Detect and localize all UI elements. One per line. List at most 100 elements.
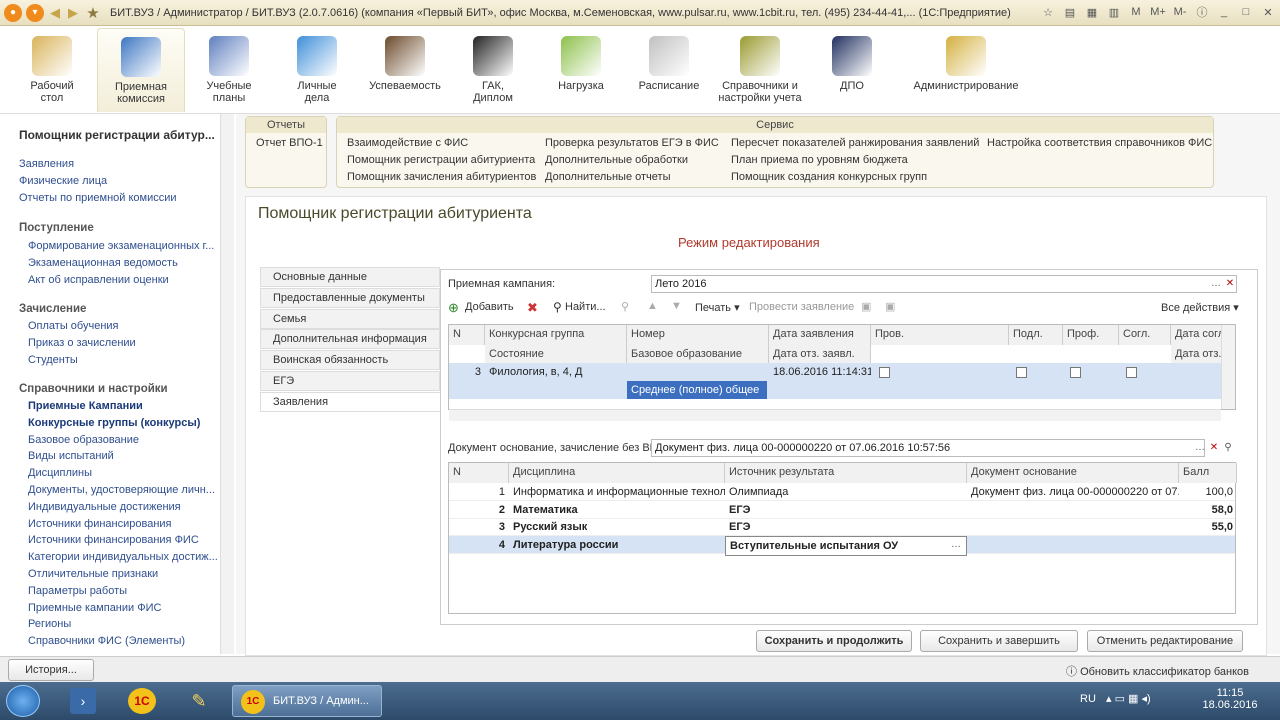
minimize-icon[interactable]: _ [1216, 4, 1232, 20]
column-header[interactable]: Подл. [1009, 325, 1063, 345]
section-1[interactable]: Рабочий стол [8, 28, 96, 112]
nav-item[interactable]: Приказ о зачислении [28, 337, 136, 349]
report-vpo1-link[interactable]: Отчет ВПО-1 [256, 137, 323, 149]
table-cell[interactable]: Русский язык [509, 518, 725, 536]
history-button[interactable]: История... [8, 659, 94, 681]
nav-item[interactable]: Дисциплины [28, 467, 92, 479]
nav-item[interactable]: Заявления [19, 158, 74, 170]
column-header-2[interactable]: Дата отз. [1171, 345, 1223, 363]
column-header[interactable]: Дата согл [1171, 325, 1223, 345]
campaign-select-button[interactable]: … [1209, 276, 1223, 292]
table-cell[interactable]: 2 [449, 501, 509, 519]
table-cell[interactable]: 1 [449, 483, 509, 501]
source-select-button[interactable]: … [949, 537, 963, 553]
table-cell[interactable]: ЕГЭ [725, 501, 967, 519]
column-header[interactable]: Дисциплина [509, 463, 725, 483]
cmd-enrollment-assistant[interactable]: Помощник зачисления абитуриентов [347, 171, 536, 183]
filter-icon[interactable]: ⚲ [621, 300, 629, 313]
nav-item[interactable]: Отчеты по приемной комиссии [19, 192, 177, 204]
vertical-scrollbar[interactable] [1221, 325, 1235, 409]
section-10[interactable]: ДПО [808, 28, 896, 112]
nav-item[interactable]: Приемные Кампании [28, 400, 143, 412]
column-header[interactable]: Конкурсная группа [485, 325, 627, 345]
table-cell[interactable]: 58,0 [1179, 501, 1237, 519]
nav-item[interactable]: Оплаты обучения [28, 320, 119, 332]
table-cell[interactable]: Олимпиада [725, 483, 967, 501]
column-header[interactable]: Проф. [1063, 325, 1119, 345]
form-tab[interactable]: ЕГЭ [260, 371, 440, 391]
checkbox[interactable] [1126, 367, 1137, 378]
print-icon[interactable]: ▤ [1062, 4, 1078, 20]
save-continue-button[interactable]: Сохранить и продолжить [756, 630, 912, 652]
close-icon[interactable]: ✕ [1260, 4, 1276, 20]
nav-item[interactable]: Виды испытаний [28, 450, 114, 462]
table-cell[interactable]: 18.06.2016 11:14:31 [769, 363, 871, 381]
copy2-icon[interactable]: ▣ [885, 300, 895, 313]
move-down-icon[interactable]: ▼ [671, 300, 682, 312]
checkbox[interactable] [1016, 367, 1027, 378]
forward-icon[interactable]: ▶ [66, 4, 80, 22]
table-cell[interactable]: Математика [509, 501, 725, 519]
calendar-icon[interactable]: ▥ [1106, 4, 1122, 20]
table-cell[interactable]: Среднее (полное) общее [627, 381, 767, 399]
section-9[interactable]: Справочники и настройки учета [716, 28, 804, 112]
nav-item[interactable]: Конкурсные группы (конкурсы) [28, 417, 200, 429]
doc-open-icon[interactable]: ⚲ [1221, 440, 1235, 456]
form-tab[interactable]: Предоставленные документы [260, 287, 440, 308]
taskbar-app-button[interactable]: 1С БИТ.ВУЗ / Админ... [232, 685, 382, 717]
form-tab[interactable]: Дополнительная информация [260, 329, 440, 350]
table-cell[interactable]: 4 [449, 536, 509, 554]
nav-item[interactable]: Источники финансирования ФИС [28, 534, 199, 546]
table-cell[interactable]: 3 [449, 518, 509, 536]
section-7[interactable]: Нагрузка [537, 28, 625, 112]
campaign-clear-icon[interactable]: ✕ [1223, 276, 1237, 292]
info-icon[interactable]: ⓘ [1194, 4, 1210, 20]
nav-item[interactable]: Индивидуальные достижения [28, 501, 181, 513]
nav-item[interactable]: Акт об исправлении оценки [28, 274, 169, 286]
checkbox[interactable] [879, 367, 890, 378]
nav-item[interactable]: Базовое образование [28, 434, 139, 446]
add-button[interactable]: Добавить [465, 301, 514, 313]
table-cell[interactable]: 55,0 [1179, 518, 1237, 536]
copy-icon[interactable]: ▣ [861, 300, 871, 313]
delete-icon[interactable]: ✖ [527, 300, 538, 316]
table-cell[interactable]: Документ физ. лица 00-000000220 от 07...… [967, 483, 1179, 501]
form-tab[interactable]: Основные данные [260, 267, 440, 287]
column-header[interactable]: N [449, 463, 509, 483]
section-11[interactable]: Администрирование [908, 28, 1024, 112]
nav-item[interactable]: Документы, удостоверяющие личн... [28, 484, 215, 496]
submit-application-button[interactable]: Провести заявление [749, 301, 854, 313]
cmd-ranking-recalc[interactable]: Пересчет показателей ранжирования заявле… [731, 137, 979, 149]
nav-item[interactable]: Формирование экзаменационных г... [28, 240, 214, 252]
cmd-extra-reports[interactable]: Дополнительные отчеты [545, 171, 670, 183]
table-cell[interactable]: Филология, в, 4, Д [485, 363, 627, 381]
nav-item[interactable]: Источники финансирования [28, 518, 172, 530]
cmd-create-groups[interactable]: Помощник создания конкурсных групп [731, 171, 927, 183]
form-tab[interactable]: Заявления [260, 391, 440, 412]
all-actions-menu[interactable]: Все действия ▾ [1161, 301, 1239, 314]
section-2[interactable]: Приемная комиссия [97, 28, 185, 112]
1c-icon[interactable]: 1С [128, 688, 156, 714]
column-header[interactable]: N [449, 325, 485, 345]
cmd-ege-check[interactable]: Проверка результатов ЕГЭ в ФИС [545, 137, 719, 149]
cmd-fis-interaction[interactable]: Взаимодействие с ФИС [347, 137, 468, 149]
column-header[interactable]: Источник результата [725, 463, 967, 483]
paint-icon[interactable]: ✎ [186, 688, 212, 714]
checkbox[interactable] [1070, 367, 1081, 378]
column-header-2[interactable]: Дата отз. заявл. [769, 345, 871, 363]
table-cell[interactable]: 3 [449, 363, 485, 381]
nav-item[interactable]: Приемные кампании ФИС [28, 602, 161, 614]
nav-item[interactable]: Справочники ФИС (Элементы) [28, 635, 185, 647]
column-header-2[interactable]: Базовое образование [627, 345, 769, 363]
column-header[interactable]: Пров. [871, 325, 1009, 345]
nav-item[interactable]: Физические лица [19, 175, 107, 187]
section-8[interactable]: Расписание [625, 28, 713, 112]
column-header[interactable]: Согл. [1119, 325, 1171, 345]
app-logo-icon[interactable]: ● [4, 3, 22, 22]
nav-item[interactable]: Экзаменационная ведомость [28, 257, 178, 269]
table-cell[interactable]: Информатика и информационные технол... [509, 483, 725, 501]
star-icon[interactable]: ☆ [1040, 4, 1056, 20]
language-indicator[interactable]: RU [1080, 693, 1096, 705]
nav-scrollbar[interactable] [220, 114, 234, 654]
campaign-field[interactable]: Лето 2016 [651, 275, 1237, 293]
